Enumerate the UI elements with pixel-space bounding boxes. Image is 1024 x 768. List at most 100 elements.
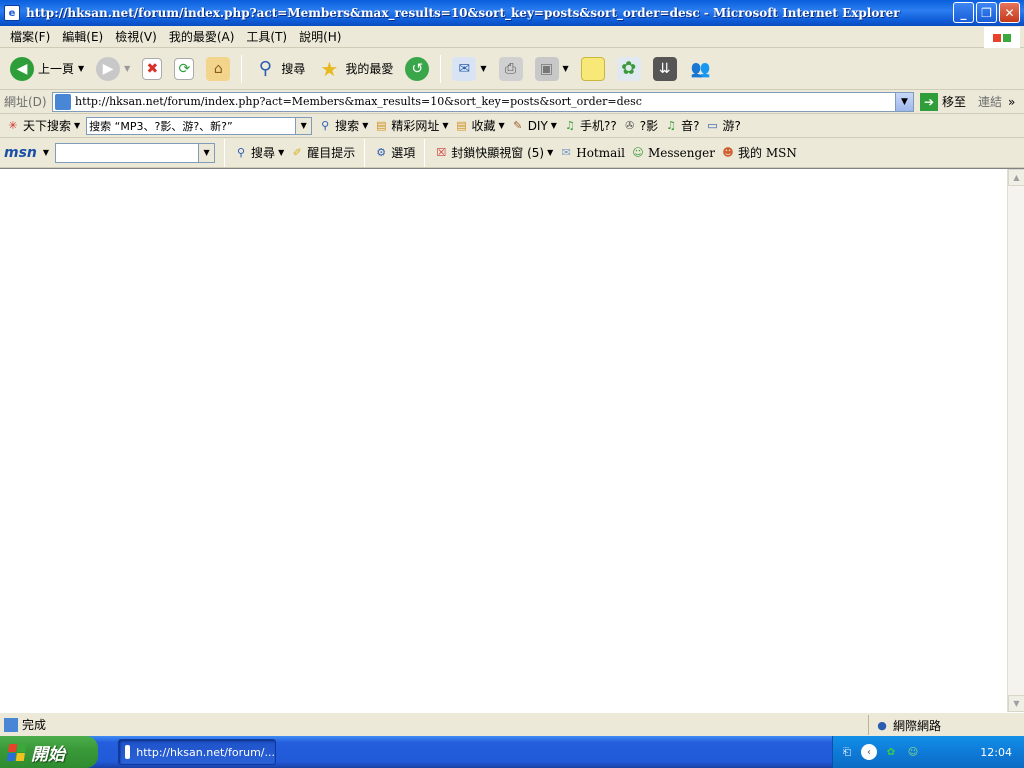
scroll-down-icon[interactable]: ▼: [1008, 695, 1024, 712]
brand-dropdown-icon[interactable]: ▼: [74, 121, 80, 130]
chevron-left-icon[interactable]: ‹: [861, 744, 877, 760]
msn-search-dropdown-icon[interactable]: ▼: [278, 148, 284, 157]
forward-button[interactable]: ▶ ▼: [92, 52, 134, 86]
download-button[interactable]: ⇊: [649, 52, 681, 86]
start-label: 開始: [31, 744, 65, 765]
search-brand[interactable]: ✳ 天下搜索 ▼: [6, 117, 80, 134]
messenger-toolbar-button[interactable]: 👥: [685, 52, 717, 86]
windows-flag-icon: [984, 27, 1020, 49]
go-label: 移至: [942, 95, 967, 109]
edit-dropdown-icon[interactable]: ▼: [563, 64, 569, 73]
messenger-button[interactable]: ☺ Messenger: [631, 146, 715, 160]
menu-file[interactable]: 檔案(F): [4, 27, 56, 47]
menu-favorites[interactable]: 我的最愛(A): [163, 27, 241, 47]
msn-search-button[interactable]: ⚲ 搜尋 ▼: [234, 144, 284, 161]
printer-icon: ⎙: [498, 56, 523, 81]
query-dropdown-icon[interactable]: ▼: [295, 117, 312, 134]
menu-tools[interactable]: 工具(T): [240, 27, 293, 47]
chevron-right-icon[interactable]: »: [1008, 95, 1015, 109]
highlight-button[interactable]: ✐ 醒目提示: [290, 144, 356, 161]
mail-icon: ✉: [452, 56, 477, 81]
search-query-text[interactable]: 搜索 “MP3、?影、游?、新?”: [89, 118, 233, 134]
home-button[interactable]: ⌂: [202, 52, 234, 86]
forward-dropdown-icon[interactable]: ▼: [124, 64, 130, 73]
icq-flower-icon[interactable]: ✿: [883, 744, 899, 760]
search-go-dropdown-icon[interactable]: ▼: [362, 121, 368, 130]
mail-icon: ✉: [561, 146, 571, 159]
collect-dropdown-icon[interactable]: ▼: [499, 121, 505, 130]
stop-button[interactable]: ✖: [138, 52, 166, 86]
search-brand-label: 天下搜索: [23, 119, 72, 133]
popup-blocker-label: 封鎖快顯視窗 (5): [451, 146, 545, 160]
msn-search-dropdown-icon[interactable]: ▼: [198, 143, 215, 162]
sites-button[interactable]: ▤ 精彩网址 ▼: [374, 117, 448, 134]
favorites-label: 我的最愛: [345, 62, 394, 76]
go-button[interactable]: ➔ 移至: [920, 92, 967, 111]
toolbar-separator: [364, 138, 366, 167]
vertical-scrollbar[interactable]: ▲ ▼: [1007, 169, 1024, 712]
hotmail-label: Hotmail: [576, 145, 625, 160]
monitor-icon: ▭: [707, 119, 718, 132]
popup-blocker-button[interactable]: ☒ 封鎖快顯視窗 (5) ▼: [434, 144, 553, 161]
address-label: 網址(D): [4, 95, 47, 109]
security-zone[interactable]: ● 網際網路: [868, 715, 1024, 735]
standard-toolbar: ◀ 上一頁 ▼ ▶ ▼ ✖ ⟳ ⌂ ⚲ 搜尋 ★ 我的最愛 ↺ ✉ ▼ ⎙ ▣ …: [0, 48, 1024, 90]
back-button[interactable]: ◀ 上一頁 ▼: [6, 52, 88, 86]
scroll-up-icon[interactable]: ▲: [1008, 169, 1024, 186]
diy-dropdown-icon[interactable]: ▼: [551, 121, 557, 130]
search-button[interactable]: ⚲ 搜尋: [249, 52, 309, 86]
music-note-icon: ♫: [565, 119, 575, 132]
options-button[interactable]: ⚙ 選項: [374, 144, 415, 161]
mobile-button[interactable]: ♫ 手机??: [563, 117, 617, 134]
refresh-icon: ⟳: [174, 57, 195, 80]
my-msn-button[interactable]: ☻ 我的 MSN: [721, 144, 797, 161]
ie-page-icon: [55, 93, 71, 110]
movie-button[interactable]: ✇ ?影: [623, 117, 658, 134]
print-button[interactable]: ⎙: [495, 52, 527, 86]
back-dropdown-icon[interactable]: ▼: [78, 64, 84, 73]
links-button[interactable]: 連結: [978, 93, 1002, 110]
note-icon: [580, 56, 605, 81]
history-button[interactable]: ↺: [401, 52, 433, 86]
icq-button[interactable]: ✿: [613, 52, 645, 86]
menu-help[interactable]: 說明(H): [293, 27, 347, 47]
messenger-tray-icon[interactable]: ☺: [905, 744, 921, 760]
close-button[interactable]: ✕: [999, 2, 1020, 23]
mail-button[interactable]: ✉ ▼: [448, 52, 490, 86]
zone-label: 網際網路: [893, 718, 942, 733]
page-content: ▲ ▼: [0, 168, 1024, 712]
game-button[interactable]: ▭ 游?: [705, 117, 741, 134]
address-url[interactable]: http://hksan.net/forum/index.php?act=Mem…: [75, 95, 642, 108]
messenger-label: Messenger: [647, 145, 716, 160]
address-input[interactable]: http://hksan.net/forum/index.php?act=Mem…: [52, 91, 914, 112]
menu-view[interactable]: 檢視(V): [109, 27, 163, 47]
msn-dropdown-icon[interactable]: ▼: [43, 148, 49, 157]
clock: 12:04: [980, 745, 1012, 759]
hotmail-button[interactable]: ✉ Hotmail: [559, 146, 625, 160]
msn-logo[interactable]: msn: [4, 145, 37, 161]
search-go-button[interactable]: ⚲ 搜索 ▼: [318, 117, 368, 134]
status-bar: 完成 ● 網際網路: [0, 712, 1024, 736]
sites-dropdown-icon[interactable]: ▼: [442, 121, 448, 130]
address-dropdown-icon[interactable]: ▼: [895, 92, 913, 111]
mobile-label: 手机??: [579, 119, 617, 133]
minimize-button[interactable]: _: [953, 2, 974, 23]
menu-edit[interactable]: 編輯(E): [56, 27, 109, 47]
refresh-button[interactable]: ⟳: [170, 52, 198, 86]
diy-button[interactable]: ✎ DIY ▼: [511, 119, 557, 133]
network-icon[interactable]: ⎗: [839, 744, 855, 760]
note-button[interactable]: [577, 52, 609, 86]
msn-search-label: 搜尋: [251, 146, 276, 160]
search-query-input[interactable]: 搜索 “MP3、?影、游?、新?” ▼: [86, 116, 313, 135]
restore-button[interactable]: ❐: [976, 2, 997, 23]
favorites-button[interactable]: ★ 我的最愛: [313, 52, 397, 86]
start-button[interactable]: 開始: [0, 736, 98, 768]
msn-search-input[interactable]: ▼: [55, 142, 216, 163]
pencil-icon: ✎: [513, 119, 523, 132]
collect-button[interactable]: ▤ 收藏 ▼: [455, 117, 505, 134]
popup-dropdown-icon[interactable]: ▼: [547, 148, 553, 157]
mail-dropdown-icon[interactable]: ▼: [480, 64, 486, 73]
music-button[interactable]: ♫ 音?: [664, 117, 699, 134]
edit-button[interactable]: ▣ ▼: [531, 52, 573, 86]
taskbar-ie-window[interactable]: http://hksan.net/forum/...: [118, 739, 276, 765]
